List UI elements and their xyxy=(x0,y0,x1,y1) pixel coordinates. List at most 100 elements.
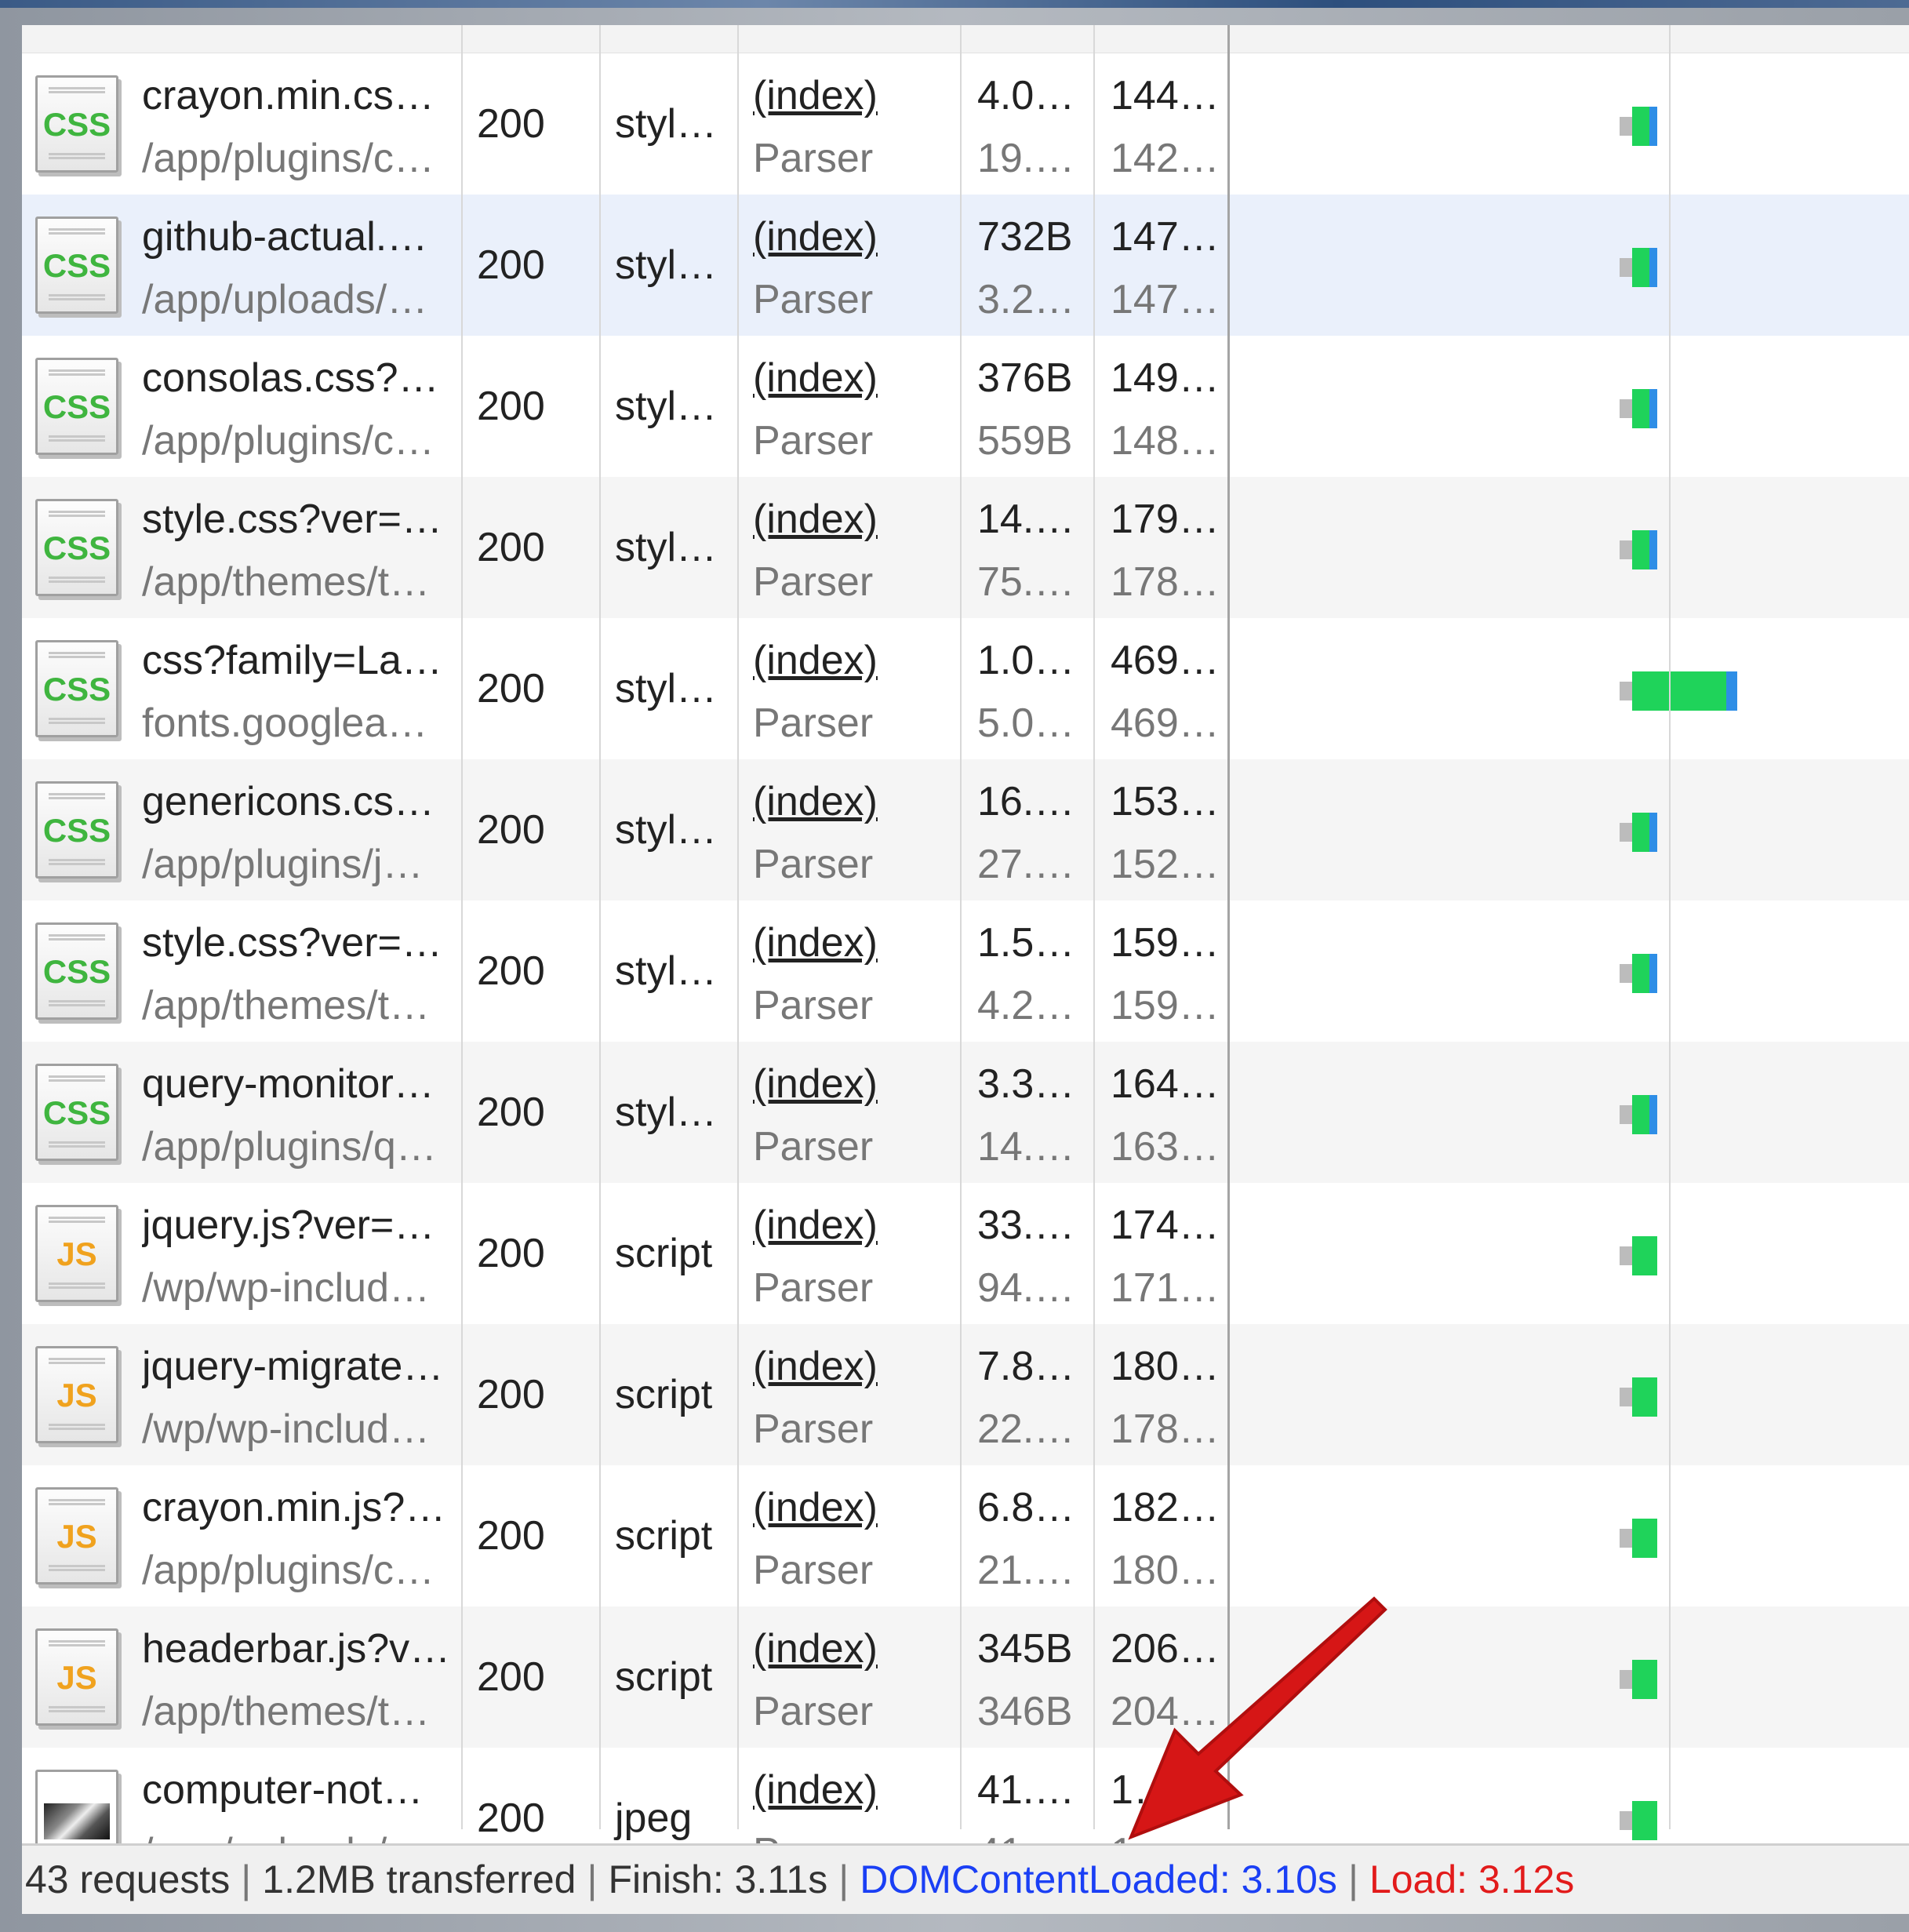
request-row[interactable]: JS jquery.js?ver=… /wp/wp-includ… 200 script… xyxy=(22,1183,1909,1324)
size-cell: 3.3… 14.… xyxy=(960,1042,1093,1183)
waterfall-bar[interactable] xyxy=(1620,1095,1657,1134)
initiator-link[interactable]: (index) xyxy=(753,212,878,262)
request-row[interactable]: CSS style.css?ver=… /app/themes/t… 200 styl…… xyxy=(22,477,1909,618)
waterfall-download-segment xyxy=(1649,954,1657,993)
waterfall-bar[interactable] xyxy=(1620,530,1657,569)
name-cell[interactable]: JS headerbar.js?v… /app/themes/t… xyxy=(22,1606,461,1748)
waterfall-wait-segment xyxy=(1632,1519,1657,1558)
total-time: 144… xyxy=(1111,73,1220,118)
name-cell[interactable]: CSS style.css?ver=… /app/themes/t… xyxy=(22,901,461,1042)
latency-time: 171… xyxy=(1111,1265,1220,1311)
request-name[interactable]: crayon.min.js?… xyxy=(142,1483,456,1533)
waterfall-bar[interactable] xyxy=(1620,813,1657,852)
request-row[interactable]: CSS css?family=La… fonts.googlea… 200 styl… (… xyxy=(22,618,1909,759)
css-file-icon: CSS xyxy=(35,781,118,879)
name-cell[interactable]: JS jquery.js?ver=… /wp/wp-includ… xyxy=(22,1183,461,1324)
waterfall-queue-segment xyxy=(1620,1105,1632,1124)
waterfall-bar[interactable] xyxy=(1620,1236,1657,1275)
resource-type: script xyxy=(615,1231,713,1276)
request-row[interactable]: CSS crayon.min.cs… /app/plugins/c… 200 styl…… xyxy=(22,53,1909,195)
request-row[interactable]: JS headerbar.js?v… /app/themes/t… 200 script… xyxy=(22,1606,1909,1748)
resource-type: jpeg xyxy=(615,1796,693,1841)
request-name[interactable]: headerbar.js?v… xyxy=(142,1624,456,1674)
size-cell: 33.… 94.… xyxy=(960,1183,1093,1324)
type-cell: script xyxy=(599,1606,737,1748)
type-cell: styl… xyxy=(599,1042,737,1183)
request-name[interactable]: consolas.css?… xyxy=(142,353,456,403)
request-name[interactable]: style.css?ver=… xyxy=(142,494,456,544)
request-name[interactable]: crayon.min.cs… xyxy=(142,71,456,121)
status-cell: 200 xyxy=(461,618,599,759)
waterfall-bar[interactable] xyxy=(1620,248,1657,287)
name-cell[interactable]: CSS crayon.min.cs… /app/plugins/c… xyxy=(22,53,461,195)
latency-time: 178… xyxy=(1111,559,1220,605)
initiator-link[interactable]: (index) xyxy=(753,777,878,827)
waterfall-bar[interactable] xyxy=(1620,107,1657,146)
request-name[interactable]: genericons.cs… xyxy=(142,777,456,827)
request-name[interactable]: style.css?ver=… xyxy=(142,918,456,968)
request-name[interactable]: css?family=La… xyxy=(142,635,456,686)
waterfall-download-segment xyxy=(1649,530,1657,569)
status-code: 200 xyxy=(477,525,545,570)
request-name[interactable]: jquery.js?ver=… xyxy=(142,1200,456,1250)
time-cell: 469… 469… xyxy=(1093,618,1227,759)
time-cell: 180… 178… xyxy=(1093,1324,1227,1465)
name-cell[interactable]: CSS consolas.css?… /app/plugins/c… xyxy=(22,336,461,477)
initiator-link[interactable]: (index) xyxy=(753,1200,878,1250)
request-row[interactable]: CSS query-monitor… /app/plugins/q… 200 styl…… xyxy=(22,1042,1909,1183)
name-cell[interactable]: JS jquery-migrate… /wp/wp-includ… xyxy=(22,1324,461,1465)
initiator-link[interactable]: (index) xyxy=(753,353,878,403)
initiator-link[interactable]: (index) xyxy=(753,1059,878,1109)
status-code: 200 xyxy=(477,384,545,429)
initiator-link[interactable]: (index) xyxy=(753,918,878,968)
waterfall-bar[interactable] xyxy=(1620,1660,1657,1699)
status-bar: 43 requests | 1.2MB transferred | Finish: 3.… xyxy=(22,1843,1909,1914)
request-row[interactable]: JS jquery-migrate… /wp/wp-includ… 200 script… xyxy=(22,1324,1909,1465)
css-file-icon: CSS xyxy=(35,216,118,314)
request-name[interactable]: query-monitor… xyxy=(142,1059,456,1109)
initiator-link[interactable]: (index) xyxy=(753,71,878,121)
waterfall-bar[interactable] xyxy=(1620,671,1737,711)
content-size: 19.… xyxy=(977,136,1075,181)
waterfall-bar[interactable] xyxy=(1620,389,1657,428)
css-file-icon: CSS xyxy=(35,75,118,173)
initiator-type: Parser xyxy=(753,1265,874,1311)
initiator-link[interactable]: (index) xyxy=(753,1341,878,1392)
waterfall-wait-segment xyxy=(1632,954,1649,993)
initiator-link[interactable]: (index) xyxy=(753,1624,878,1674)
resource-type: styl… xyxy=(615,807,717,853)
waterfall-bar[interactable] xyxy=(1620,1377,1657,1417)
initiator-link[interactable]: (index) xyxy=(753,1483,878,1533)
request-row[interactable]: CSS github-actual.… /app/uploads/… 200 styl…… xyxy=(22,195,1909,336)
name-cell[interactable]: JS crayon.min.js?… /app/plugins/c… xyxy=(22,1465,461,1606)
name-cell[interactable]: computer-not…/app/uploads/… xyxy=(22,1748,461,1853)
initiator-link[interactable]: (index) xyxy=(753,1765,878,1815)
request-name[interactable]: computer-not… xyxy=(142,1765,456,1815)
initiator-type: Parser xyxy=(753,136,874,181)
status-code: 200 xyxy=(477,1654,545,1700)
request-name[interactable]: jquery-migrate… xyxy=(142,1341,456,1392)
name-cell[interactable]: CSS query-monitor… /app/plugins/q… xyxy=(22,1042,461,1183)
waterfall-bar[interactable] xyxy=(1620,954,1657,993)
waterfall-bar[interactable] xyxy=(1620,1801,1657,1840)
request-row[interactable]: CSS style.css?ver=… /app/themes/t… 200 styl…… xyxy=(22,901,1909,1042)
waterfall-bar[interactable] xyxy=(1620,1519,1657,1558)
initiator-link[interactable]: (index) xyxy=(753,635,878,686)
transfer-size: 6.8… xyxy=(977,1485,1075,1530)
request-name[interactable]: github-actual.… xyxy=(142,212,456,262)
request-row[interactable]: CSS consolas.css?… /app/plugins/c… 200 styl…… xyxy=(22,336,1909,477)
waterfall-queue-segment xyxy=(1620,1246,1632,1265)
transfer-size: 345B xyxy=(977,1626,1073,1672)
name-cell[interactable]: CSS github-actual.… /app/uploads/… xyxy=(22,195,461,336)
status-code: 200 xyxy=(477,666,545,711)
name-cell[interactable]: CSS style.css?ver=… /app/themes/t… xyxy=(22,477,461,618)
request-row[interactable]: computer-not…/app/uploads/… 200 jpeg (index… xyxy=(22,1748,1909,1853)
name-cell[interactable]: CSS css?family=La… fonts.googlea… xyxy=(22,618,461,759)
file-type-label: CSS xyxy=(42,953,111,990)
initiator-link[interactable]: (index) xyxy=(753,494,878,544)
request-row[interactable]: JS crayon.min.js?… /app/plugins/c… 200 scrip… xyxy=(22,1465,1909,1606)
waterfall-cell xyxy=(1227,1042,1909,1183)
name-cell[interactable]: CSS genericons.cs… /app/plugins/j… xyxy=(22,759,461,901)
file-type-label: JS xyxy=(56,1659,97,1696)
request-row[interactable]: CSS genericons.cs… /app/plugins/j… 200 styl…… xyxy=(22,759,1909,901)
